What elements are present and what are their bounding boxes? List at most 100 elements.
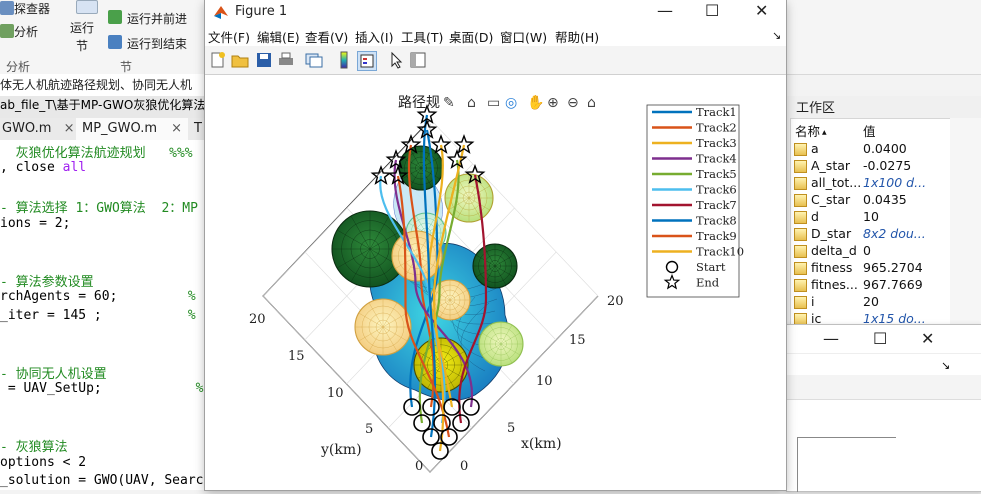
rotate-icon[interactable]: ◎ bbox=[505, 95, 517, 111]
workspace-row[interactable]: a 0.0400 bbox=[791, 141, 951, 158]
legend-label: Track10 bbox=[696, 245, 744, 259]
variable-value: 8x2 dou... bbox=[863, 226, 926, 241]
find-button[interactable]: 探查器 bbox=[14, 0, 50, 17]
fig2-minimize-icon[interactable]: — bbox=[823, 329, 839, 348]
figure-1-window[interactable]: Figure 1 — ☐ ✕ 文件(F) 编辑(E) 查看(V) 插入(I) 工… bbox=[205, 0, 786, 490]
property-editor-icon[interactable] bbox=[409, 51, 427, 69]
editor-path: ab_file_T\基于MP-GWO灰狼优化算法 bbox=[0, 96, 210, 119]
print-icon[interactable] bbox=[277, 51, 295, 69]
legend-icon[interactable] bbox=[357, 51, 377, 71]
workspace-row[interactable]: all_tot... 1x100 d... bbox=[791, 175, 951, 192]
legend-label: Start bbox=[696, 260, 726, 274]
tab-gwo-close-icon[interactable]: × bbox=[64, 121, 75, 136]
save-icon[interactable] bbox=[255, 51, 273, 69]
variable-name: A_star bbox=[811, 158, 851, 173]
code-line: rchAgents = 60; % bbox=[0, 289, 196, 304]
menu-help[interactable]: 帮助(H) bbox=[555, 27, 599, 46]
workspace-row[interactable]: i 20 bbox=[791, 294, 951, 311]
code-token: - 算法参数设置 bbox=[0, 274, 94, 290]
workspace-row[interactable]: D_star 8x2 dou... bbox=[791, 226, 951, 243]
tab-gwo[interactable]: GWO.m × bbox=[0, 118, 80, 140]
minimize-icon[interactable]: — bbox=[657, 1, 673, 20]
menu-file[interactable]: 文件(F) bbox=[208, 27, 250, 46]
data-tips-icon[interactable]: ⌂ bbox=[467, 95, 476, 111]
variable-name: D_star bbox=[811, 226, 852, 241]
fig2-close-icon[interactable]: ✕ bbox=[921, 329, 934, 348]
col-name-header[interactable]: 名称 ▲ bbox=[795, 121, 847, 140]
figure-2-window[interactable]: — ☐ ✕ ↘ bbox=[786, 324, 981, 492]
plot-title: 路径规 bbox=[398, 95, 440, 111]
zoom-in-icon[interactable]: ⊕ bbox=[547, 95, 559, 111]
code-line: 灰狼优化算法航迹规划 %%% bbox=[0, 142, 193, 161]
legend-label: Track7 bbox=[696, 198, 737, 212]
path-plot-svg[interactable]: 路径规 ✎ ⌂ ▭ ◎ ✋ ⊕ ⊖ ⌂ 20 15 10 5 0 0 5 10 15 20 y(… bbox=[205, 75, 786, 490]
code-editor[interactable]: 灰狼优化算法航迹规划 %%%, close all - 算法选择 1：GWO算法 … bbox=[0, 140, 204, 490]
maximize-icon[interactable]: ☐ bbox=[705, 1, 719, 20]
analyze-button[interactable]: 分析 bbox=[14, 23, 38, 40]
colorbar-icon[interactable] bbox=[335, 51, 353, 69]
plot-area[interactable]: 路径规 ✎ ⌂ ▭ ◎ ✋ ⊕ ⊖ ⌂ 20 15 10 5 0 0 5 10 15 20 y(… bbox=[205, 75, 786, 490]
code-line: ions = 2; bbox=[0, 216, 70, 231]
variable-icon bbox=[794, 279, 807, 292]
code-token: all bbox=[62, 160, 87, 176]
workspace-table[interactable]: 名称 ▲ 值 a 0.0400 A_star -0.0275 all_tot... 1x10… bbox=[790, 118, 952, 330]
menu-view[interactable]: 查看(V) bbox=[305, 27, 348, 46]
link-plot-icon[interactable] bbox=[305, 51, 323, 69]
zoom-out-icon[interactable]: ⊖ bbox=[567, 95, 579, 111]
find-icon bbox=[0, 1, 14, 15]
fig2-maximize-icon[interactable]: ☐ bbox=[873, 329, 887, 348]
workspace-row[interactable]: fitnes... 967.7669 bbox=[791, 277, 951, 294]
workspace-header: 名称 ▲ 值 bbox=[791, 121, 951, 139]
variable-icon bbox=[794, 143, 807, 156]
fig2-axes bbox=[797, 437, 896, 492]
workspace-scrollbar[interactable] bbox=[950, 118, 981, 328]
legend[interactable]: Track1Track2Track3Track4Track5Track6Trac… bbox=[646, 104, 744, 298]
brush-icon[interactable]: ✎ bbox=[443, 95, 455, 111]
code-line: - 协同无人机设置 bbox=[0, 363, 107, 382]
legend-label: Track9 bbox=[696, 229, 737, 243]
run-advance-button[interactable]: 运行并前进 bbox=[127, 10, 187, 27]
figure-title-bar[interactable]: Figure 1 — ☐ ✕ bbox=[205, 0, 786, 24]
menu-desktop[interactable]: 桌面(D) bbox=[449, 27, 493, 46]
open-file-icon[interactable] bbox=[231, 51, 249, 69]
x-tick-label: 20 bbox=[607, 294, 624, 309]
close-icon[interactable]: ✕ bbox=[755, 1, 768, 20]
code-token: _iter = 145 ; bbox=[0, 307, 102, 323]
workspace-row[interactable]: d 10 bbox=[791, 209, 951, 226]
pointer-icon[interactable] bbox=[387, 51, 405, 69]
tab-mp-gwo-close-icon[interactable]: × bbox=[171, 121, 182, 136]
home-icon[interactable]: ⌂ bbox=[587, 95, 596, 111]
new-figure-icon[interactable] bbox=[209, 51, 227, 69]
fig2-menu-arrow-icon[interactable]: ↘ bbox=[941, 359, 950, 372]
legend-label: Track3 bbox=[696, 136, 737, 150]
project-path: 体无人机航迹路径规划、协同无人机 bbox=[0, 74, 210, 97]
workspace-row[interactable]: fitness 965.2704 bbox=[791, 260, 951, 277]
restore-view-icon[interactable]: ▭ bbox=[487, 95, 500, 111]
menu-edit[interactable]: 编辑(E) bbox=[257, 27, 300, 46]
run-to-end-button[interactable]: 运行到结束 bbox=[127, 35, 187, 52]
menu-dock-arrow-icon[interactable]: ↘ bbox=[772, 29, 781, 42]
threat-spheres bbox=[331, 145, 524, 393]
run-section-button[interactable]: 运行 bbox=[70, 19, 94, 36]
col-value-header[interactable]: 值 bbox=[863, 121, 876, 140]
variable-name: fitness bbox=[811, 260, 853, 275]
workspace-row[interactable]: A_star -0.0275 bbox=[791, 158, 951, 175]
code-token: _solution = GWO(UAV, Search bbox=[0, 473, 204, 489]
menu-insert[interactable]: 插入(I) bbox=[355, 27, 393, 46]
figure-toolbar bbox=[205, 46, 786, 75]
workspace-row[interactable]: delta_d 0 bbox=[791, 243, 951, 260]
menu-window[interactable]: 窗口(W) bbox=[500, 27, 547, 46]
threat-sphere bbox=[478, 321, 524, 367]
pan-icon[interactable]: ✋ bbox=[527, 94, 544, 111]
col-name-label: 名称 bbox=[795, 124, 821, 139]
code-line: - 灰狼算法 bbox=[0, 436, 68, 455]
workspace-row[interactable]: C_star 0.0435 bbox=[791, 192, 951, 209]
legend-label: Track1 bbox=[696, 105, 737, 119]
tab-mp-gwo[interactable]: MP_GWO.m × bbox=[76, 118, 189, 140]
code-line: , close all bbox=[0, 160, 86, 175]
threat-sphere bbox=[354, 298, 412, 356]
menu-tools[interactable]: 工具(T) bbox=[401, 27, 443, 46]
variable-icon bbox=[794, 245, 807, 258]
figure-menu-bar: 文件(F) 编辑(E) 查看(V) 插入(I) 工具(T) 桌面(D) 窗口(W… bbox=[205, 24, 786, 46]
variable-name: all_tot... bbox=[811, 175, 862, 190]
